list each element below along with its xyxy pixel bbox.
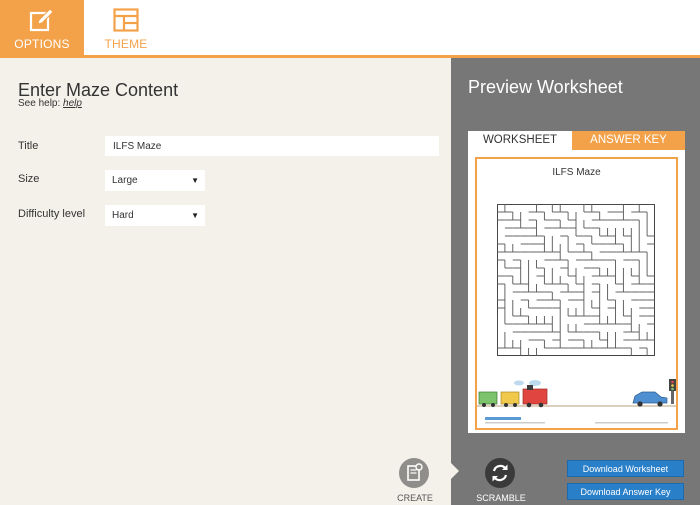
tab-answer-key[interactable]: ANSWER KEY [572, 131, 685, 150]
layout-icon [113, 8, 139, 32]
worksheet-title: ILFS Maze [552, 167, 601, 178]
top-tab-bar: OPTIONS THEME [0, 0, 700, 58]
tab-theme-label: THEME [104, 37, 148, 51]
download-answer-key-button[interactable]: Download Answer Key [567, 483, 684, 500]
size-select-value: Large [112, 175, 138, 186]
size-label: Size [18, 173, 40, 185]
title-input[interactable] [105, 136, 439, 156]
caret-down-icon: ▼ [191, 176, 199, 185]
download-worksheet-button[interactable]: Download Worksheet [567, 460, 684, 477]
help-link[interactable]: help [63, 98, 82, 109]
maze-image [497, 204, 655, 356]
difficulty-select[interactable]: Hard ▼ [105, 205, 205, 226]
help-line: See help: help [18, 98, 82, 109]
maze-worksheet-app: OPTIONS THEME Enter Maze Content See hel… [0, 0, 700, 505]
difficulty-select-value: Hard [112, 210, 134, 221]
caret-down-icon: ▼ [191, 211, 199, 220]
create-button[interactable]: CREATE [393, 458, 437, 505]
help-prefix: See help: [18, 98, 61, 109]
worksheet-footer-logo [485, 417, 668, 424]
preview-heading: Preview Worksheet [468, 77, 623, 97]
difficulty-label: Difficulty level [18, 208, 86, 220]
pointer-arrow [451, 463, 459, 479]
options-panel: Enter Maze Content See help: help Title … [0, 58, 451, 505]
scramble-label: SCRAMBLE [476, 493, 526, 503]
edit-icon [29, 8, 54, 32]
worksheet-preview: ILFS Maze [475, 157, 678, 430]
tab-options-label: OPTIONS [14, 37, 70, 51]
create-circle [399, 458, 429, 488]
tab-theme[interactable]: THEME [84, 0, 168, 55]
new-document-icon [407, 463, 423, 481]
preview-card: WORKSHEET ANSWER KEY ILFS Maze [468, 131, 685, 433]
size-select[interactable]: Large ▼ [105, 170, 205, 191]
refresh-icon [492, 464, 508, 482]
tab-worksheet[interactable]: WORKSHEET [468, 131, 572, 150]
tab-options[interactable]: OPTIONS [0, 0, 84, 55]
scramble-circle [485, 458, 515, 488]
train-and-car-illustration [477, 379, 676, 408]
preview-panel: Preview Worksheet WORKSHEET ANSWER KEY I… [451, 58, 700, 505]
title-label: Title [18, 140, 39, 152]
scramble-button[interactable]: SCRAMBLE [473, 458, 529, 505]
create-label: CREATE [397, 493, 433, 503]
